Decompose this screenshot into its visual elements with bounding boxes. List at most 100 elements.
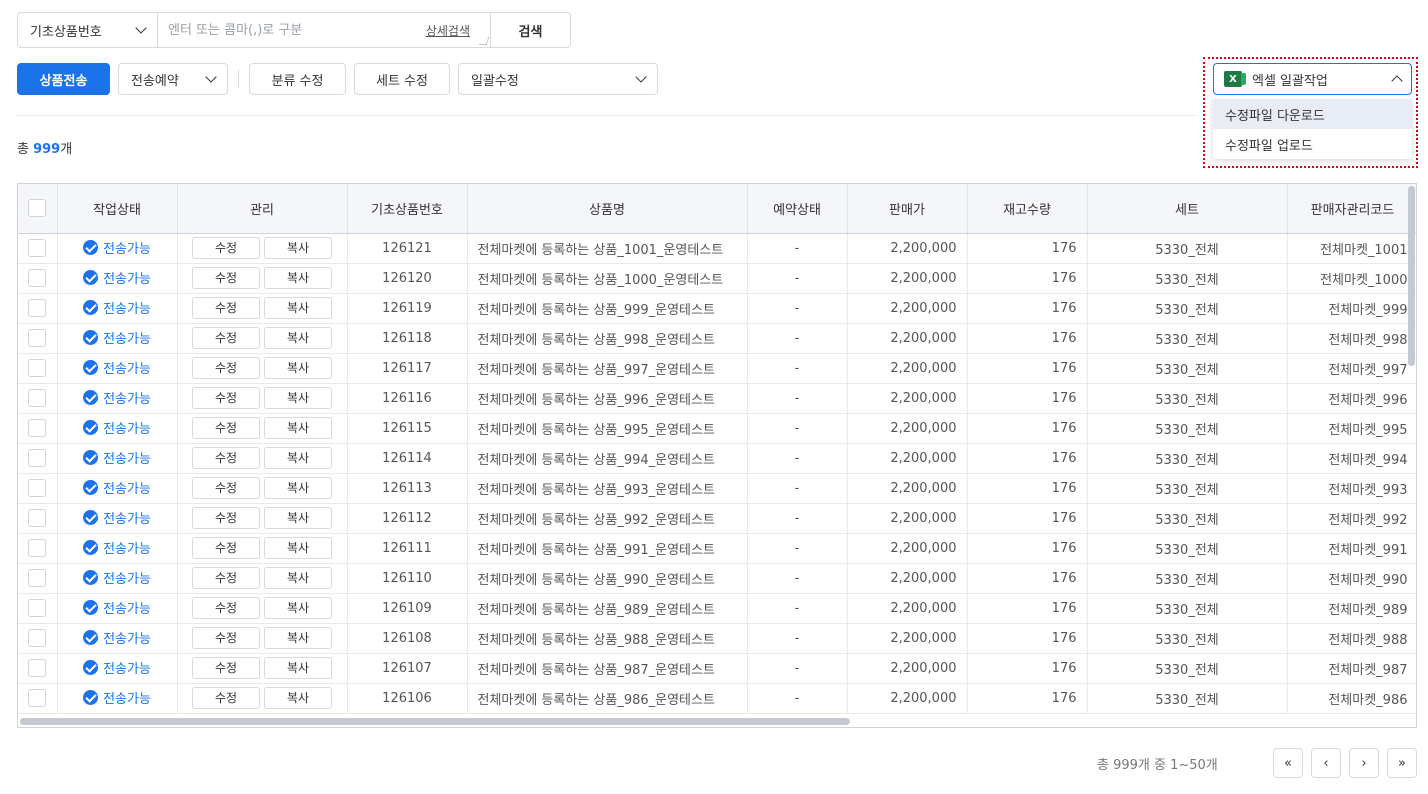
vertical-scrollbar[interactable] (1408, 186, 1415, 366)
checkbox-icon[interactable] (28, 449, 47, 467)
row-select[interactable] (18, 323, 58, 354)
checkbox-icon[interactable] (28, 569, 47, 587)
bulk-edit-select[interactable]: 일괄수정 (458, 63, 658, 95)
set-edit-button[interactable]: 세트 수정 (354, 63, 450, 95)
row-select[interactable] (18, 533, 58, 564)
checkbox-icon[interactable] (28, 539, 47, 557)
row-select[interactable] (18, 443, 58, 474)
copy-button[interactable]: 복사 (264, 387, 332, 409)
checkbox-icon[interactable] (28, 479, 47, 497)
checkbox-icon[interactable] (28, 239, 47, 257)
table-row[interactable]: 전송가능 수정 복사 126117 전체마켓에 등록하는 상품_997_운영테스트 -2,… (18, 353, 1416, 384)
copy-button[interactable]: 복사 (264, 627, 332, 649)
copy-button[interactable]: 복사 (264, 447, 332, 469)
table-row[interactable]: 전송가능 수정 복사 126113 전체마켓에 등록하는 상품_993_운영테스트 -2,… (18, 473, 1416, 504)
checkbox-icon[interactable] (28, 629, 47, 647)
table-row[interactable]: 전송가능 수정 복사 126114 전체마켓에 등록하는 상품_994_운영테스트 -2,… (18, 443, 1416, 474)
checkbox-icon[interactable] (28, 329, 47, 347)
row-select[interactable] (18, 353, 58, 384)
edit-button[interactable]: 수정 (192, 507, 260, 529)
edit-button[interactable]: 수정 (192, 417, 260, 439)
table-row[interactable]: 전송가능 수정 복사 126110 전체마켓에 등록하는 상품_990_운영테스트 -2,… (18, 563, 1416, 594)
edit-button[interactable]: 수정 (192, 237, 260, 259)
edit-button[interactable]: 수정 (192, 267, 260, 289)
edit-button[interactable]: 수정 (192, 387, 260, 409)
copy-button[interactable]: 복사 (264, 507, 332, 529)
edit-button[interactable]: 수정 (192, 687, 260, 709)
checkbox-icon[interactable] (28, 359, 47, 377)
edit-button[interactable]: 수정 (192, 597, 260, 619)
checkbox-icon[interactable] (28, 509, 47, 527)
menu-item-download[interactable]: 수정파일 다운로드 (1213, 99, 1412, 129)
horizontal-scrollbar[interactable] (20, 718, 850, 725)
checkbox-icon[interactable] (28, 269, 47, 287)
first-page-button[interactable]: « (1273, 748, 1303, 778)
copy-button[interactable]: 복사 (264, 687, 332, 709)
copy-button[interactable]: 복사 (264, 417, 332, 439)
edit-button[interactable]: 수정 (192, 657, 260, 679)
checkbox-icon[interactable] (28, 419, 47, 437)
copy-button[interactable]: 복사 (264, 597, 332, 619)
row-select[interactable] (18, 503, 58, 534)
table-row[interactable]: 전송가능 수정 복사 126111 전체마켓에 등록하는 상품_991_운영테스트 -2,… (18, 533, 1416, 564)
edit-button[interactable]: 수정 (192, 627, 260, 649)
table-row[interactable]: 전송가능 수정 복사 126107 전체마켓에 등록하는 상품_987_운영테스트 -2,… (18, 653, 1416, 684)
edit-button[interactable]: 수정 (192, 537, 260, 559)
table-row[interactable]: 전송가능 수정 복사 126106 전체마켓에 등록하는 상품_986_운영테스트 -2,… (18, 683, 1416, 714)
copy-button[interactable]: 복사 (264, 267, 332, 289)
excel-bulk-button[interactable]: X 엑셀 일괄작업 (1213, 63, 1412, 95)
send-products-button[interactable]: 상품전송 (17, 63, 110, 95)
last-page-button[interactable]: » (1387, 748, 1417, 778)
table-row[interactable]: 전송가능 수정 복사 126116 전체마켓에 등록하는 상품_996_운영테스트 -2,… (18, 383, 1416, 414)
row-select[interactable] (18, 623, 58, 654)
edit-button[interactable]: 수정 (192, 447, 260, 469)
table-row[interactable]: 전송가능 수정 복사 126108 전체마켓에 등록하는 상품_988_운영테스트 -2,… (18, 623, 1416, 654)
edit-button[interactable]: 수정 (192, 567, 260, 589)
category-edit-button[interactable]: 분류 수정 (249, 63, 346, 95)
copy-button[interactable]: 복사 (264, 477, 332, 499)
table-row[interactable]: 전송가능 수정 복사 126115 전체마켓에 등록하는 상품_995_운영테스트 -2,… (18, 413, 1416, 444)
status-text: 전송가능 (103, 631, 151, 647)
row-select[interactable] (18, 233, 58, 264)
row-select[interactable] (18, 563, 58, 594)
table-row[interactable]: 전송가능 수정 복사 126119 전체마켓에 등록하는 상품_999_운영테스트 -2,… (18, 293, 1416, 324)
table-row[interactable]: 전송가능 수정 복사 126121 전체마켓에 등록하는 상품_1001_운영테스트 -2… (18, 233, 1416, 264)
table-row[interactable]: 전송가능 수정 복사 126109 전체마켓에 등록하는 상품_989_운영테스트 -2,… (18, 593, 1416, 624)
edit-button[interactable]: 수정 (192, 477, 260, 499)
copy-button[interactable]: 복사 (264, 537, 332, 559)
row-select[interactable] (18, 473, 58, 504)
copy-button[interactable]: 복사 (264, 657, 332, 679)
row-select[interactable] (18, 263, 58, 294)
edit-button[interactable]: 수정 (192, 297, 260, 319)
edit-button[interactable]: 수정 (192, 327, 260, 349)
menu-item-upload[interactable]: 수정파일 업로드 (1213, 129, 1412, 159)
copy-button[interactable]: 복사 (264, 357, 332, 379)
checkbox-icon[interactable] (28, 659, 47, 677)
table-row[interactable]: 전송가능 수정 복사 126112 전체마켓에 등록하는 상품_992_운영테스트 -2,… (18, 503, 1416, 534)
row-select[interactable] (18, 683, 58, 714)
copy-button[interactable]: 복사 (264, 567, 332, 589)
header-select-all[interactable] (18, 184, 58, 234)
next-page-button[interactable]: › (1349, 748, 1379, 778)
row-select[interactable] (18, 593, 58, 624)
checkbox-icon[interactable] (28, 599, 47, 617)
row-select[interactable] (18, 653, 58, 684)
advanced-search-link[interactable]: 상세검색 (426, 22, 470, 39)
checkbox-icon[interactable] (28, 689, 47, 707)
checkbox-icon[interactable] (28, 199, 47, 218)
copy-button[interactable]: 복사 (264, 327, 332, 349)
table-row[interactable]: 전송가능 수정 복사 126118 전체마켓에 등록하는 상품_998_운영테스트 -2,… (18, 323, 1416, 354)
row-select[interactable] (18, 413, 58, 444)
row-select[interactable] (18, 383, 58, 414)
send-reserve-select[interactable]: 전송예약 (118, 63, 228, 95)
prev-page-button[interactable]: ‹ (1311, 748, 1341, 778)
search-field-select[interactable]: 기초상품번호 (17, 12, 158, 48)
copy-button[interactable]: 복사 (264, 297, 332, 319)
table-row[interactable]: 전송가능 수정 복사 126120 전체마켓에 등록하는 상품_1000_운영테스트 -2… (18, 263, 1416, 294)
checkbox-icon[interactable] (28, 299, 47, 317)
edit-button[interactable]: 수정 (192, 357, 260, 379)
checkbox-icon[interactable] (28, 389, 47, 407)
row-select[interactable] (18, 293, 58, 324)
copy-button[interactable]: 복사 (264, 237, 332, 259)
search-button[interactable]: 검색 (491, 12, 571, 48)
